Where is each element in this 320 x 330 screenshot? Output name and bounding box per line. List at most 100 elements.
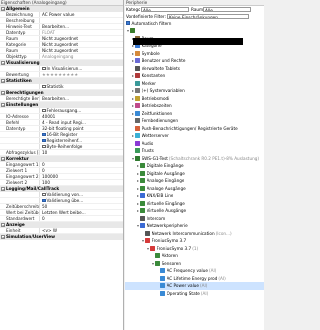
node-icon bbox=[160, 275, 165, 281]
tree-node[interactable]: ▸ Virtuelle Eingänge bbox=[125, 200, 264, 208]
property-value[interactable]: 4 - Read input Regi... bbox=[40, 120, 123, 125]
property-value[interactable]: 40001 bbox=[40, 114, 123, 119]
property-value[interactable]: 0 bbox=[40, 162, 123, 167]
tree-node[interactable]: ▸ Analoge Ausgänge bbox=[125, 185, 264, 193]
expand-toggle-icon[interactable]: − bbox=[1, 79, 5, 83]
tree-node[interactable]: AC Lifetime Energy prod (AI) bbox=[125, 275, 264, 283]
tree-node[interactable]: Verwaltete Tablets bbox=[125, 65, 264, 73]
tree-node[interactable]: Operating State (AI) bbox=[125, 290, 264, 298]
tree-node[interactable]: ▸ Digitale Eingänge bbox=[125, 162, 264, 170]
property-checkbox[interactable] bbox=[42, 192, 46, 197]
predefined-filter-select[interactable]: Keine Einschränkungen bbox=[167, 14, 249, 19]
property-value[interactable]: 10 bbox=[40, 150, 123, 155]
property-value[interactable]: In Visualisierun... bbox=[40, 66, 123, 71]
property-value[interactable]: Analogeingang bbox=[40, 54, 123, 59]
tree-node[interactable]: ▸ Analoge Eingänge bbox=[125, 177, 264, 185]
category-select[interactable]: Alle bbox=[141, 7, 189, 12]
tree-node[interactable]: ▸ Konstanten bbox=[125, 72, 264, 80]
tree-node[interactable]: ▾ SWS-G1-Test (Schaltschrank R0.2 PE1.t)-8… bbox=[125, 155, 264, 163]
rating-stars: ★★★★★★★★★ bbox=[42, 72, 79, 77]
tree-node-label: AC Lifetime Energy prod bbox=[166, 275, 218, 281]
expand-toggle-icon[interactable]: − bbox=[1, 7, 5, 11]
tree-node[interactable]: Fernbedienungen bbox=[125, 117, 264, 125]
property-value[interactable]: 32-bit floating point bbox=[40, 126, 123, 131]
tree-node[interactable]: ▾ FroniusSymo 3.7 (1) bbox=[125, 245, 264, 253]
tree-node[interactable]: Netzwerk Intercommunication (Icon...) bbox=[125, 230, 264, 238]
property-value[interactable]: Validierung übe... bbox=[40, 198, 123, 203]
tree-node[interactable]: Trusts bbox=[125, 147, 264, 155]
expand-toggle-icon[interactable]: − bbox=[1, 91, 5, 95]
property-value[interactable]: 50 bbox=[40, 204, 123, 209]
tree-node[interactable]: ▸ Wetterserver bbox=[125, 132, 264, 140]
node-icon bbox=[160, 283, 165, 289]
property-value[interactable]: Registerreihenf... bbox=[40, 138, 123, 143]
property-value[interactable]: 0 bbox=[40, 216, 123, 221]
tree-node[interactable]: ▸ Symbole bbox=[125, 50, 264, 58]
tree-node-label: Audio bbox=[141, 140, 154, 146]
tree-node[interactable]: AC Frequency value (AI) bbox=[125, 267, 264, 275]
tree-node[interactable]: Audio bbox=[125, 140, 264, 148]
property-value[interactable]: Validierung von... bbox=[40, 192, 123, 197]
tree-node[interactable]: ▸ Zeitfunktionen bbox=[125, 110, 264, 118]
property-value[interactable]: 16-Bit Register bbox=[40, 132, 123, 137]
property-value[interactable] bbox=[40, 18, 123, 23]
property-checkbox[interactable] bbox=[42, 198, 46, 203]
property-group-8[interactable]: − Simulation/UserView bbox=[0, 234, 123, 240]
property-checkbox[interactable] bbox=[42, 144, 46, 149]
property-value[interactable]: Nicht zugeordnet bbox=[40, 42, 123, 47]
tree-node[interactable]: ▸ Betriebsmodi bbox=[125, 95, 264, 103]
expand-toggle-icon[interactable]: − bbox=[1, 235, 5, 239]
tree-node[interactable]: ▾ bbox=[125, 27, 264, 35]
property-checkbox[interactable] bbox=[42, 84, 46, 89]
expand-toggle-icon[interactable]: − bbox=[1, 103, 5, 107]
property-value[interactable]: Byte-Reihenfolge bbox=[40, 144, 123, 149]
tree-node[interactable]: Intercom bbox=[125, 215, 264, 223]
property-value[interactable]: 0 bbox=[40, 168, 123, 173]
tree-node[interactable]: ▸ Benutzer und Rechte bbox=[125, 57, 264, 65]
expand-toggle-icon[interactable]: − bbox=[1, 223, 5, 227]
property-key: Kategorie bbox=[0, 42, 40, 47]
property-key: Zeitüberschreitung... bbox=[0, 204, 40, 209]
property-value[interactable]: Statistik bbox=[40, 84, 123, 89]
property-checkbox[interactable] bbox=[42, 108, 46, 113]
auto-filter-row[interactable]: Automatisch filtern bbox=[125, 20, 264, 27]
expand-toggle-icon[interactable]: − bbox=[1, 157, 5, 161]
tree-node[interactable]: ▸ Digitale Ausgänge bbox=[125, 170, 264, 178]
tree-node[interactable]: ▸ (+) Systemvariablen bbox=[125, 87, 264, 95]
tree-node[interactable]: ▾ Netzwerkperipherie bbox=[125, 222, 264, 230]
property-value[interactable]: AC Power value bbox=[40, 12, 123, 17]
property-value[interactable]: Letzten Wert beibe... bbox=[40, 210, 123, 215]
property-checkbox[interactable] bbox=[42, 132, 46, 137]
tree-node[interactable]: ▸ Betriebszeiten bbox=[125, 102, 264, 110]
property-value[interactable]: Bearbeiten... bbox=[40, 96, 123, 101]
property-value[interactable]: 100 bbox=[40, 180, 123, 185]
room-select[interactable]: Alle bbox=[203, 7, 251, 12]
tree-node[interactable]: Push-Benachrichtigungen/ Registrierte Ge… bbox=[125, 125, 264, 133]
property-value[interactable]: Nicht zugeordnet bbox=[40, 48, 123, 53]
property-checkbox[interactable] bbox=[42, 66, 46, 71]
expand-toggle-icon[interactable]: − bbox=[1, 61, 5, 65]
tree-node[interactable]: ▾ FroniusSymo 3.7 bbox=[125, 237, 264, 245]
property-value[interactable]: Nicht zugeordnet bbox=[40, 36, 123, 41]
node-icon bbox=[135, 80, 140, 86]
property-key: Objekttyp bbox=[0, 54, 40, 59]
property-value[interactable]: ★★★★★★★★★ bbox=[40, 72, 123, 77]
tree-node-label: Betriebszeiten bbox=[141, 103, 172, 108]
property-value[interactable]: Fehlerausgang... bbox=[40, 108, 123, 113]
expand-toggle-icon[interactable]: − bbox=[1, 187, 5, 191]
tree-node[interactable]: ▾ Sensoren bbox=[125, 260, 264, 268]
property-value-text: 50 bbox=[42, 204, 48, 209]
tree-node[interactable]: Aktoren bbox=[125, 252, 264, 260]
property-value[interactable]: 100000 bbox=[40, 174, 123, 179]
tree-node-label: Intercom bbox=[146, 215, 166, 221]
property-checkbox-label: Validierung übe... bbox=[46, 198, 84, 203]
property-checkbox[interactable] bbox=[42, 138, 46, 143]
property-value[interactable]: FLOAT bbox=[40, 30, 123, 35]
property-value[interactable]: <v> W bbox=[40, 228, 123, 233]
tree-node[interactable]: ▸ Virtuelle Ausgänge bbox=[125, 207, 264, 215]
property-value[interactable]: Bearbeiten... bbox=[40, 24, 123, 29]
tree-node[interactable]: Merker bbox=[125, 80, 264, 88]
auto-filter-checkbox[interactable] bbox=[126, 21, 130, 25]
tree-node[interactable]: ▸ KNX/EIB Line bbox=[125, 192, 264, 200]
tree-node[interactable]: AC Power value (AI) bbox=[125, 282, 264, 290]
